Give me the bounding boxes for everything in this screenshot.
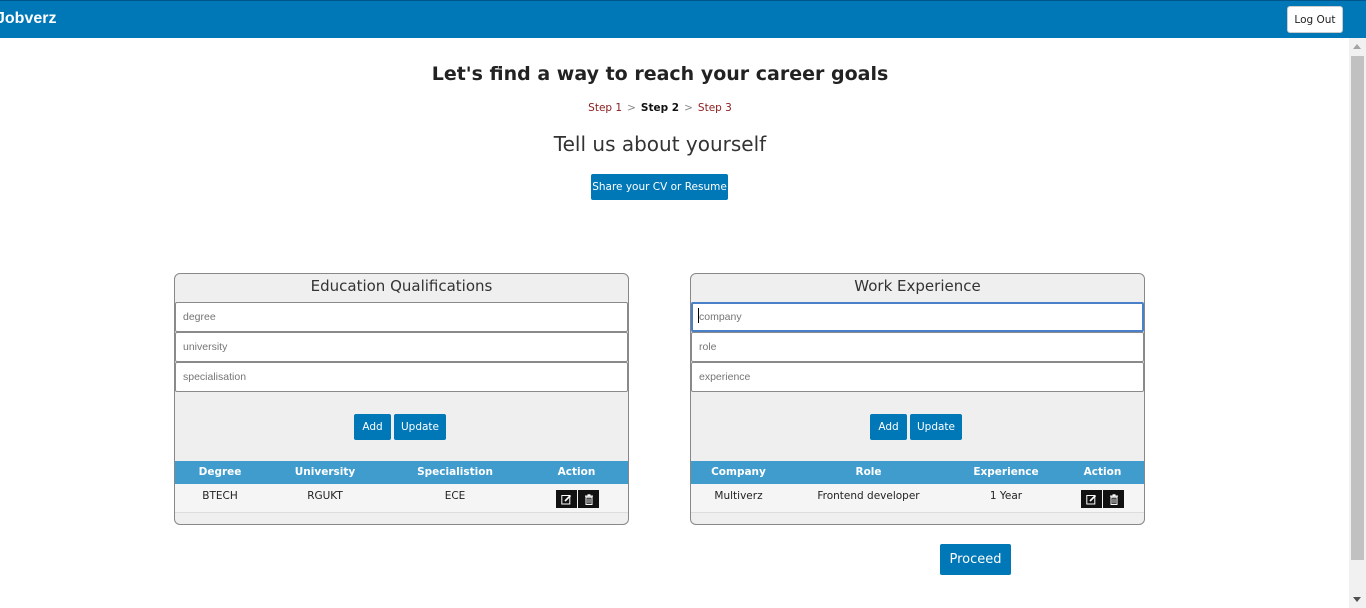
education-table-header: Degree University Specialistion Action: [175, 461, 628, 484]
trash-icon[interactable]: [1103, 490, 1124, 508]
cell-specialisation: ECE: [444, 490, 466, 502]
column-header-experience: Experience: [973, 466, 1039, 478]
company-input[interactable]: [691, 302, 1144, 332]
row-actions: [1081, 490, 1124, 508]
company-input-wrapper: [691, 302, 1144, 332]
work-table-header: Company Role Experience Action: [691, 461, 1144, 484]
degree-input[interactable]: [175, 302, 628, 332]
text-caret: [698, 308, 699, 323]
work-panel-title: Work Experience: [854, 277, 981, 295]
logout-button[interactable]: Log Out: [1287, 6, 1343, 33]
cell-degree: BTECH: [202, 490, 238, 502]
share-cv-button[interactable]: Share your CV or Resume: [591, 174, 728, 200]
education-update-button[interactable]: Update: [394, 414, 446, 440]
top-navbar: Jobverz Log Out: [0, 0, 1366, 38]
column-header-action: Action: [1083, 466, 1122, 478]
page-title: Let's find a way to reach your career go…: [431, 63, 889, 85]
specialisation-input[interactable]: [175, 362, 628, 392]
table-row: Multiverz Frontend developer 1 Year: [691, 484, 1144, 513]
column-header-role: Role: [855, 466, 882, 478]
section-subtitle: Tell us about yourself: [553, 132, 767, 156]
role-input[interactable]: [691, 332, 1144, 362]
scroll-thumb[interactable]: [1351, 56, 1364, 560]
column-header-company: Company: [711, 466, 766, 478]
step-breadcrumb: Step 1 > Step 2 > Step 3: [0, 102, 1320, 114]
vertical-scrollbar[interactable]: [1349, 38, 1366, 608]
education-add-button[interactable]: Add: [354, 414, 391, 440]
scroll-up-arrow-icon[interactable]: [1353, 44, 1361, 49]
edit-icon[interactable]: [1081, 490, 1102, 508]
experience-input[interactable]: [691, 362, 1144, 392]
table-row: BTECH RGUKT ECE: [175, 484, 628, 513]
university-input[interactable]: [175, 332, 628, 362]
brand-logo[interactable]: Jobverz: [0, 10, 56, 28]
column-header-specialisation: Specialistion: [417, 466, 493, 478]
education-panel-title: Education Qualifications: [310, 277, 493, 295]
work-experience-panel: Work Experience Add Update Company Role …: [690, 273, 1145, 525]
work-update-button[interactable]: Update: [910, 414, 962, 440]
cell-experience: 1 Year: [989, 490, 1023, 502]
cell-company: Multiverz: [714, 490, 763, 502]
step-separator: >: [684, 102, 693, 114]
proceed-button[interactable]: Proceed: [940, 544, 1011, 575]
column-header-university: University: [294, 466, 356, 478]
step-3-link[interactable]: Step 3: [698, 102, 732, 114]
trash-icon[interactable]: [578, 490, 599, 508]
step-separator: >: [627, 102, 636, 114]
work-add-button[interactable]: Add: [870, 414, 907, 440]
column-header-action: Action: [557, 466, 596, 478]
cell-role: Frontend developer: [817, 490, 920, 502]
cell-university: RGUKT: [307, 490, 343, 502]
step-2-current: Step 2: [640, 102, 680, 114]
scroll-down-arrow-icon[interactable]: [1353, 597, 1361, 602]
step-1-link[interactable]: Step 1: [588, 102, 622, 114]
column-header-degree: Degree: [198, 466, 242, 478]
edit-icon[interactable]: [556, 490, 577, 508]
row-actions: [556, 490, 599, 508]
education-panel: Education Qualifications Add Update Degr…: [174, 273, 629, 525]
